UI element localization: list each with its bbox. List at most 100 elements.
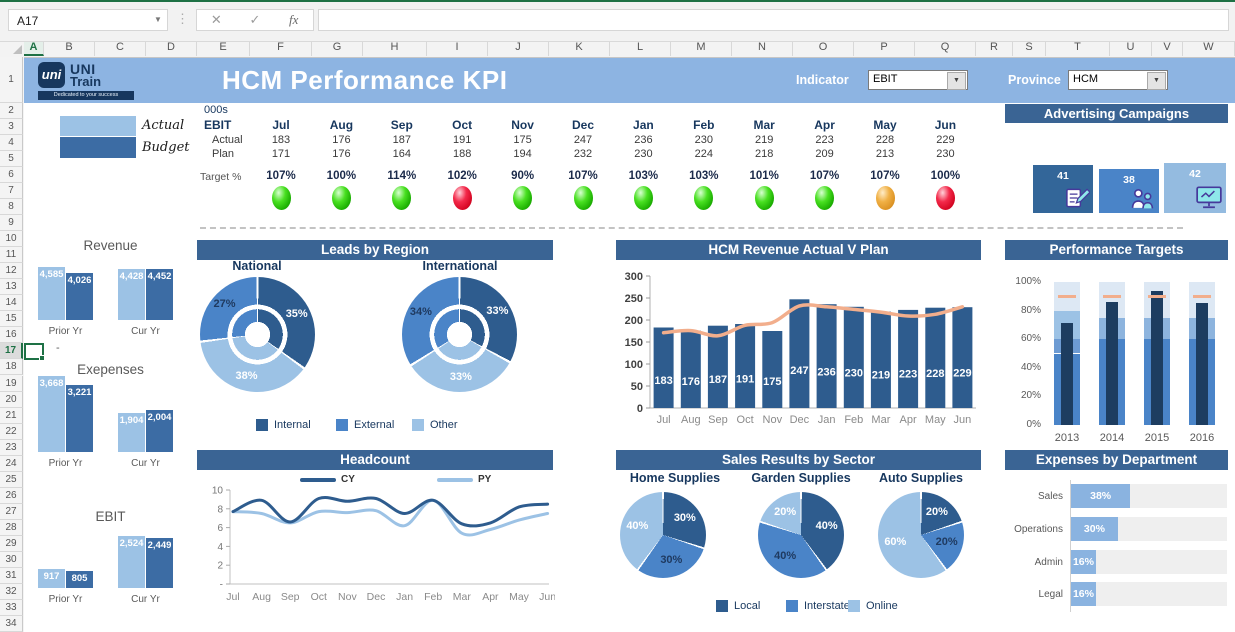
bullet-target-tick: [1193, 295, 1211, 298]
row-header-12[interactable]: 12: [0, 263, 23, 279]
bar-value: 187: [709, 374, 727, 386]
unitrain-logo: uni UNI Train Dedicated to your success: [38, 62, 134, 100]
x-label: Jul: [657, 414, 671, 426]
status-light-green: [272, 186, 291, 210]
cancel-icon[interactable]: ✕: [197, 10, 236, 30]
row-header-19[interactable]: 19: [0, 376, 23, 392]
row-header-23[interactable]: 23: [0, 440, 23, 456]
row-header-3[interactable]: 3: [0, 119, 23, 135]
kpi-target-label: Target %: [200, 171, 241, 183]
row-header-11[interactable]: 11: [0, 247, 23, 263]
mini-bar-value: 917: [38, 571, 65, 582]
enter-icon[interactable]: ✓: [236, 10, 275, 30]
expenses-dept-chart: Sales38%Operations30%Admin16%Legal16%: [1005, 468, 1235, 632]
indicator-dropdown[interactable]: EBIT ▼: [868, 70, 968, 90]
row-header-17[interactable]: 17: [0, 343, 23, 359]
row-header-26[interactable]: 26: [0, 488, 23, 504]
advertising-campaigns-title: Advertising Campaigns: [1005, 104, 1228, 123]
status-light-green: [574, 186, 593, 210]
row-header-13[interactable]: 13: [0, 279, 23, 295]
row-header-25[interactable]: 25: [0, 472, 23, 488]
kpi-month: May: [860, 118, 910, 132]
row-header-1[interactable]: 1: [0, 57, 23, 103]
mini-bar-budget: 2,004: [146, 410, 173, 452]
row-header-15[interactable]: 15: [0, 311, 23, 327]
note-pencil-icon: [1064, 186, 1090, 210]
bullet-target-tick: [1103, 295, 1121, 298]
legend-actual-swatch: [60, 116, 136, 136]
row-header-8[interactable]: 8: [0, 199, 23, 215]
row-header-21[interactable]: 21: [0, 408, 23, 424]
row-header-10[interactable]: 10: [0, 231, 23, 247]
x-label: May: [509, 591, 530, 603]
kpi-month: Sep: [377, 118, 427, 132]
slice-label-interstate: 20%: [929, 536, 965, 548]
mini-bar-actual: 917: [38, 569, 65, 588]
row-header-18[interactable]: 18: [0, 359, 23, 375]
kpi-month: Dec: [558, 118, 608, 132]
kpi-target-value: 103%: [618, 170, 668, 182]
status-light-orange: [876, 186, 895, 210]
selected-cell-a17[interactable]: [24, 343, 44, 360]
row-header-33[interactable]: 33: [0, 600, 23, 616]
x-label: Dec: [790, 414, 810, 426]
row-header-32[interactable]: 32: [0, 584, 23, 600]
kpi-plan-value: 232: [558, 148, 608, 160]
sales-results-title: Sales Results by Sector: [616, 450, 981, 470]
bar-value: 175: [763, 376, 781, 388]
row-header-29[interactable]: 29: [0, 536, 23, 552]
row-header-4[interactable]: 4: [0, 135, 23, 151]
y-tick: 100%: [1005, 276, 1041, 287]
row-header-27[interactable]: 27: [0, 504, 23, 520]
actual-bar: [898, 310, 918, 408]
chevron-down-icon[interactable]: ▼: [1147, 72, 1166, 90]
mini-chart-title: EBIT: [28, 509, 193, 524]
kpi-month: Mar: [739, 118, 789, 132]
kpi-target-value: 103%: [679, 170, 729, 182]
row-header-22[interactable]: 22: [0, 424, 23, 440]
row-header-5[interactable]: 5: [0, 151, 23, 167]
actual-bar: [708, 326, 728, 408]
kpi-plan-value: 176: [316, 148, 366, 160]
cell-b17-value: -: [56, 342, 60, 354]
mini-bar-value: 4,585: [38, 269, 65, 280]
slice-label-interstate: 40%: [767, 550, 803, 562]
logo-tagline: Dedicated to your success: [38, 91, 134, 100]
name-box[interactable]: A17: [8, 9, 168, 31]
row-header-30[interactable]: 30: [0, 552, 23, 568]
row-header-7[interactable]: 7: [0, 183, 23, 199]
expenses-dept-title: Expenses by Department: [1005, 450, 1228, 470]
y-tick: 8: [217, 504, 223, 515]
y-tick: 10: [212, 486, 224, 497]
row-header-34[interactable]: 34: [0, 616, 23, 632]
leads-legend-internal: Internal: [256, 419, 311, 431]
row-header-24[interactable]: 24: [0, 456, 23, 472]
insert-function-icon[interactable]: fx: [274, 10, 313, 30]
kpi-target-value: 101%: [739, 170, 789, 182]
row-header-31[interactable]: 31: [0, 568, 23, 584]
province-dropdown[interactable]: HCM ▼: [1068, 70, 1168, 90]
chevron-down-icon[interactable]: ▼: [947, 72, 966, 90]
formula-input[interactable]: [318, 9, 1229, 31]
mini-bar-value: 3,221: [66, 387, 93, 398]
mini-bar-actual: 4,428: [118, 269, 145, 320]
fill-handle[interactable]: [39, 355, 45, 361]
legend-swatch: [786, 600, 798, 612]
row-header-9[interactable]: 9: [0, 215, 23, 231]
kpi-units: 000s: [204, 104, 228, 116]
row-header-6[interactable]: 6: [0, 167, 23, 183]
status-light-green: [332, 186, 351, 210]
name-box-dropdown-icon[interactable]: ▼: [148, 9, 168, 31]
dept-label: Operations: [1005, 524, 1063, 535]
hcm-revenue-title: HCM Revenue Actual V Plan: [616, 240, 981, 260]
x-label: Feb: [424, 591, 442, 603]
row-header-14[interactable]: 14: [0, 295, 23, 311]
formula-bar-handle[interactable]: ⋮: [176, 11, 189, 27]
row-header-20[interactable]: 20: [0, 392, 23, 408]
row-header-28[interactable]: 28: [0, 520, 23, 536]
x-label: Nov: [338, 591, 357, 603]
row-header-16[interactable]: 16: [0, 327, 23, 343]
row-header-2[interactable]: 2: [0, 103, 23, 119]
headcount-legend-cy: CY: [300, 474, 355, 485]
bar-value: 176: [682, 376, 700, 388]
